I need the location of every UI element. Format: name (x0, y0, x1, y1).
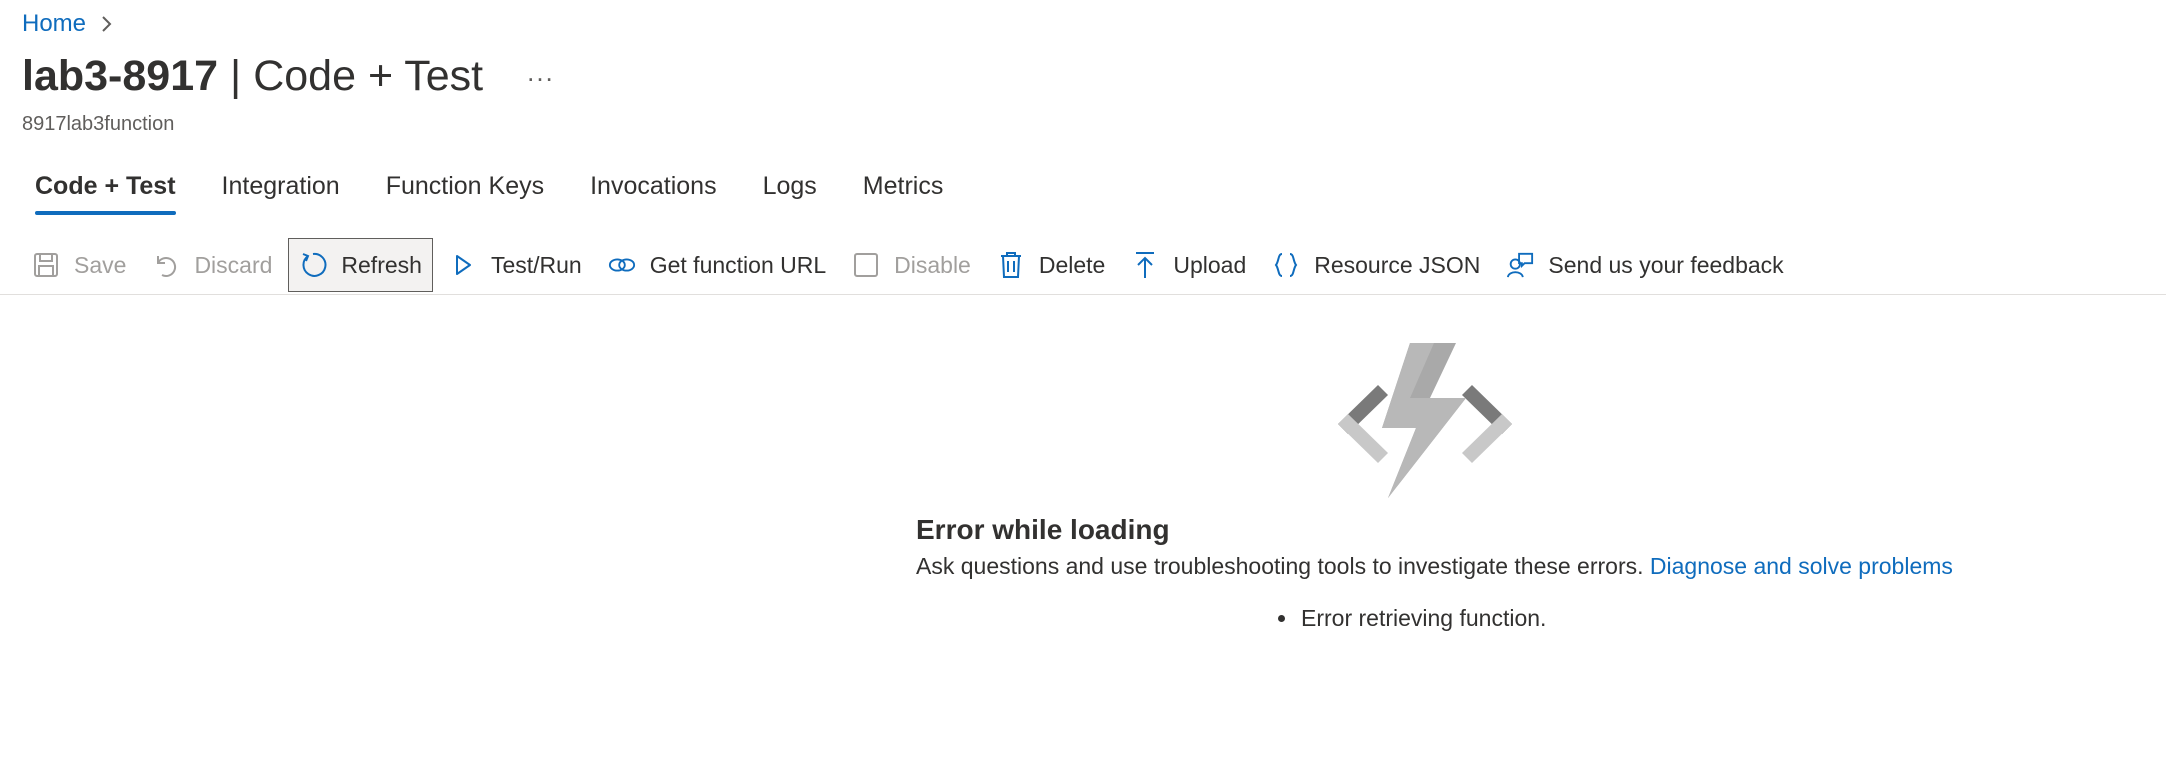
save-label: Save (74, 251, 127, 278)
resource-json-button[interactable]: Resource JSON (1262, 238, 1490, 292)
discard-label: Discard (194, 251, 273, 278)
page-title-section: Code + Test (253, 52, 484, 100)
delete-button[interactable]: Delete (987, 238, 1115, 292)
tab-logs[interactable]: Logs (763, 172, 817, 215)
tab-integration[interactable]: Integration (222, 172, 340, 215)
error-list: Error retrieving function. (1278, 605, 1546, 632)
chevron-right-icon (100, 15, 112, 33)
test-run-button[interactable]: Test/Run (439, 238, 592, 292)
breadcrumb: Home (22, 10, 112, 38)
toolbar-divider (0, 294, 2166, 295)
more-options-button[interactable]: ... (527, 57, 555, 88)
tab-bar: Code + Test Integration Function Keys In… (22, 172, 989, 215)
error-description: Ask questions and use troubleshooting to… (916, 553, 1953, 580)
disable-label: Disable (894, 251, 971, 278)
play-icon (449, 251, 477, 279)
discard-button[interactable]: Discard (142, 238, 282, 292)
command-bar: Save Discard Refresh Test/Run Get functi… (22, 237, 1800, 293)
bullet-icon (1278, 615, 1285, 622)
refresh-label: Refresh (341, 251, 422, 278)
get-function-url-label: Get function URL (649, 251, 827, 278)
tab-invocations[interactable]: Invocations (590, 172, 716, 215)
error-title: Error while loading (916, 514, 1170, 545)
get-function-url-button[interactable]: Get function URL (598, 238, 836, 292)
error-description-text: Ask questions and use troubleshooting to… (916, 553, 1644, 579)
undo-icon (152, 251, 180, 279)
breadcrumb-home-link[interactable]: Home (22, 10, 86, 38)
tab-code-test[interactable]: Code + Test (35, 172, 176, 215)
page-title-resource: lab3-8917 (22, 52, 219, 100)
save-icon (32, 251, 60, 279)
tab-function-keys[interactable]: Function Keys (386, 172, 544, 215)
upload-button[interactable]: Upload (1121, 238, 1256, 292)
page-title-separator: | (230, 52, 242, 100)
error-item-text: Error retrieving function. (1301, 605, 1547, 631)
list-item: Error retrieving function. (1278, 605, 1546, 632)
braces-icon (1272, 251, 1300, 279)
page-subtitle: 8917lab3function (22, 113, 175, 135)
page-title: lab3-8917 | Code + Test ... (22, 52, 555, 101)
upload-icon (1131, 251, 1159, 279)
feedback-icon (1506, 251, 1534, 279)
delete-label: Delete (1038, 251, 1106, 278)
refresh-button[interactable]: Refresh (288, 238, 433, 292)
tab-metrics[interactable]: Metrics (863, 172, 944, 215)
link-icon (608, 251, 636, 279)
resource-json-label: Resource JSON (1314, 251, 1481, 278)
test-run-label: Test/Run (490, 251, 582, 278)
diagnose-solve-link[interactable]: Diagnose and solve problems (1650, 553, 1953, 579)
upload-label: Upload (1173, 251, 1247, 278)
disable-button[interactable]: Disable (842, 238, 981, 292)
save-button[interactable]: Save (22, 238, 136, 292)
send-feedback-button[interactable]: Send us your feedback (1496, 238, 1793, 292)
function-app-icon (1330, 340, 1520, 505)
refresh-icon (299, 251, 327, 279)
send-feedback-label: Send us your feedback (1548, 251, 1784, 278)
checkbox-icon (852, 251, 880, 279)
trash-icon (997, 251, 1025, 279)
